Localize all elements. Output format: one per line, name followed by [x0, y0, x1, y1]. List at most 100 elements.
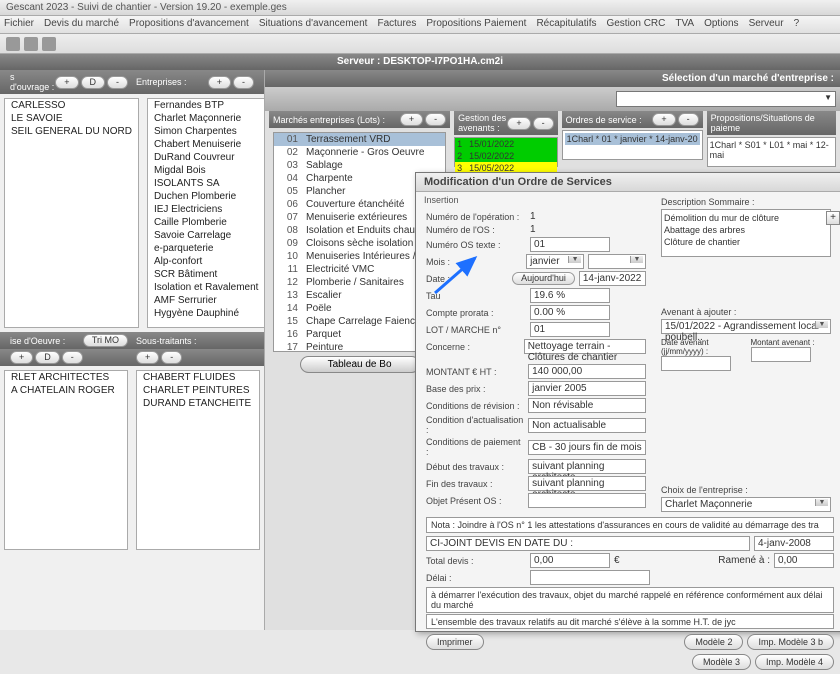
list-item[interactable]: Savoie Carrelage — [148, 229, 265, 242]
modele3-button[interactable]: Modèle 3 — [692, 654, 751, 670]
ramene-input[interactable]: 0,00 — [774, 553, 834, 568]
list-item[interactable]: Hygyène Dauphiné — [148, 307, 265, 320]
list-item[interactable]: Chabert Menuiserie — [148, 138, 265, 151]
list-item[interactable]: DURAND ETANCHEITE — [137, 397, 259, 410]
modele4-button[interactable]: Imp. Modèle 4 — [755, 654, 834, 670]
ci-date-input[interactable]: 4-janv-2008 — [754, 536, 834, 551]
toolbar-icon[interactable] — [6, 37, 20, 51]
objet-input[interactable] — [528, 493, 646, 508]
del-button[interactable]: - — [233, 76, 254, 89]
menu-item[interactable]: Situations d'avancement — [259, 18, 368, 31]
menu-item[interactable]: Gestion CRC — [606, 18, 665, 31]
list-item[interactable]: CHARLET PEINTURES — [137, 384, 259, 397]
menu-item[interactable]: Devis du marché — [44, 18, 119, 31]
avenant-combo[interactable]: 15/01/2022 - Agrandissement local poubel… — [661, 319, 831, 334]
compte-input[interactable]: 0.00 % — [530, 305, 610, 320]
modele3b-button[interactable]: Imp. Modèle 3 b — [747, 634, 834, 650]
ent-listbox[interactable]: Fernandes BTPCharlet MaçonnerieSimon Cha… — [147, 98, 266, 328]
desc-textarea[interactable]: Démolition du mur de clôture Abattage de… — [661, 209, 831, 257]
del-button[interactable]: - — [161, 351, 182, 364]
list-item[interactable]: Charlet Maçonnerie — [148, 112, 265, 125]
toolbar-icon[interactable] — [24, 37, 38, 51]
menu-item[interactable]: Propositions Paiement — [426, 18, 526, 31]
total-input[interactable]: 0,00 — [530, 553, 610, 568]
debut-input[interactable]: suivant planning architecte — [528, 459, 646, 474]
base-input[interactable]: janvier 2005 — [528, 381, 646, 396]
montant-input[interactable]: 140 000,00 — [528, 364, 646, 379]
modele2-button[interactable]: Modèle 2 — [684, 634, 743, 650]
year-combo[interactable] — [588, 254, 646, 269]
moe-listbox[interactable]: RLET ARCHITECTESA CHATELAIN ROGER — [4, 370, 128, 550]
avenant-row[interactable]: 215/02/2022 — [455, 150, 556, 162]
menu-item[interactable]: Fichier — [4, 18, 34, 31]
ordres-listbox[interactable]: 1Charl * 01 * janvier * 14-janv-20 — [562, 130, 703, 160]
list-item[interactable]: RLET ARCHITECTES — [5, 371, 127, 384]
list-item[interactable]: Simon Charpentes — [148, 125, 265, 138]
list-item[interactable]: SEIL GENERAL DU NORD — [5, 125, 138, 138]
menu-item[interactable]: Propositions d'avancement — [129, 18, 249, 31]
av-date-input[interactable] — [661, 356, 731, 371]
menu-item[interactable]: Récapitulatifs — [536, 18, 596, 31]
del-button[interactable]: - — [678, 113, 699, 126]
concerne-input[interactable]: Nettoyage terrain - Clôtures de chantier — [524, 339, 646, 354]
menu-item[interactable]: Serveur — [749, 18, 784, 31]
avenant-row[interactable]: 115/01/2022 — [455, 138, 556, 150]
num-txt-input[interactable]: 01 — [530, 237, 610, 252]
add-button[interactable]: + — [55, 76, 78, 89]
list-item[interactable]: CHABERT FLUIDES — [137, 371, 259, 384]
st-listbox[interactable]: CHABERT FLUIDESCHARLET PEINTURESDURAND E… — [136, 370, 260, 550]
text1[interactable]: à démarrer l'exécution des travaux, obje… — [426, 587, 834, 613]
list-item[interactable]: Alp-confort — [148, 255, 265, 268]
choix-combo[interactable]: Charlet Maçonnerie — [661, 497, 831, 512]
list-item[interactable]: Migdal Bois — [148, 164, 265, 177]
del-button[interactable]: - — [425, 113, 446, 126]
av-mont-input[interactable] — [751, 347, 811, 362]
lot-row[interactable]: 02Maçonnerie - Gros Oeuvre — [274, 146, 445, 159]
delai-input[interactable] — [530, 570, 650, 585]
list-item[interactable]: IEJ Electriciens — [148, 203, 265, 216]
add-button[interactable]: + — [507, 117, 530, 130]
toolbar-icon[interactable] — [42, 37, 56, 51]
pay-input[interactable]: CB - 30 jours fin de mois — [528, 440, 646, 455]
tableau-button[interactable]: Tableau de Bo — [300, 356, 420, 373]
list-item[interactable]: ISOLANTS SA — [148, 177, 265, 190]
print-button[interactable]: Imprimer — [426, 634, 484, 650]
list-item[interactable]: e-parqueterie — [148, 242, 265, 255]
list-item[interactable]: Duchen Plomberie — [148, 190, 265, 203]
add-button[interactable]: + — [208, 76, 231, 89]
add-button[interactable]: + — [400, 113, 423, 126]
avenants-listbox[interactable]: 115/01/2022215/02/2022315/05/2022 — [454, 137, 557, 167]
marche-combo[interactable] — [616, 91, 836, 107]
ci-input[interactable]: CI-JOINT DEVIS EN DATE DU : — [426, 536, 750, 551]
text2[interactable]: L'ensemble des travaux relatifs au dit m… — [426, 614, 834, 629]
rev-input[interactable]: Non révisable — [528, 398, 646, 413]
fin-input[interactable]: suivant planning architecte — [528, 476, 646, 491]
desc-add-button[interactable]: + — [826, 211, 840, 225]
add-button[interactable]: + — [652, 113, 675, 126]
dup-button[interactable]: D — [35, 351, 60, 364]
date-input[interactable]: 14-janv-2022 — [579, 271, 646, 286]
tri-button[interactable]: Tri MO — [83, 334, 128, 347]
menu-item[interactable]: ? — [794, 18, 800, 31]
lot-input[interactable]: 01 — [530, 322, 610, 337]
menu-item[interactable]: TVA — [675, 18, 694, 31]
add-button[interactable]: + — [10, 351, 33, 364]
del-button[interactable]: - — [107, 76, 128, 89]
list-item[interactable]: A CHATELAIN ROGER — [5, 384, 127, 397]
list-item[interactable]: AMF Serrurier — [148, 294, 265, 307]
today-button[interactable]: Aujourd'hui — [512, 272, 575, 285]
dup-button[interactable]: D — [81, 76, 106, 89]
list-item[interactable]: SCR Bâtiment — [148, 268, 265, 281]
list-item[interactable]: CARLESSO — [5, 99, 138, 112]
del-button[interactable]: - — [533, 117, 554, 130]
lot-row[interactable]: 03Sablage — [274, 159, 445, 172]
list-item[interactable]: Caille Plomberie — [148, 216, 265, 229]
taux-input[interactable]: 19.6 % — [530, 288, 610, 303]
list-item[interactable]: Fernandes BTP — [148, 99, 265, 112]
mo-listbox[interactable]: CARLESSOLE SAVOIESEIL GENERAL DU NORD — [4, 98, 139, 328]
menu-item[interactable]: Options — [704, 18, 738, 31]
add-button[interactable]: + — [136, 351, 159, 364]
mois-combo[interactable]: janvier — [526, 254, 584, 269]
del-button[interactable]: - — [62, 351, 83, 364]
act-input[interactable]: Non actualisable — [528, 418, 646, 433]
